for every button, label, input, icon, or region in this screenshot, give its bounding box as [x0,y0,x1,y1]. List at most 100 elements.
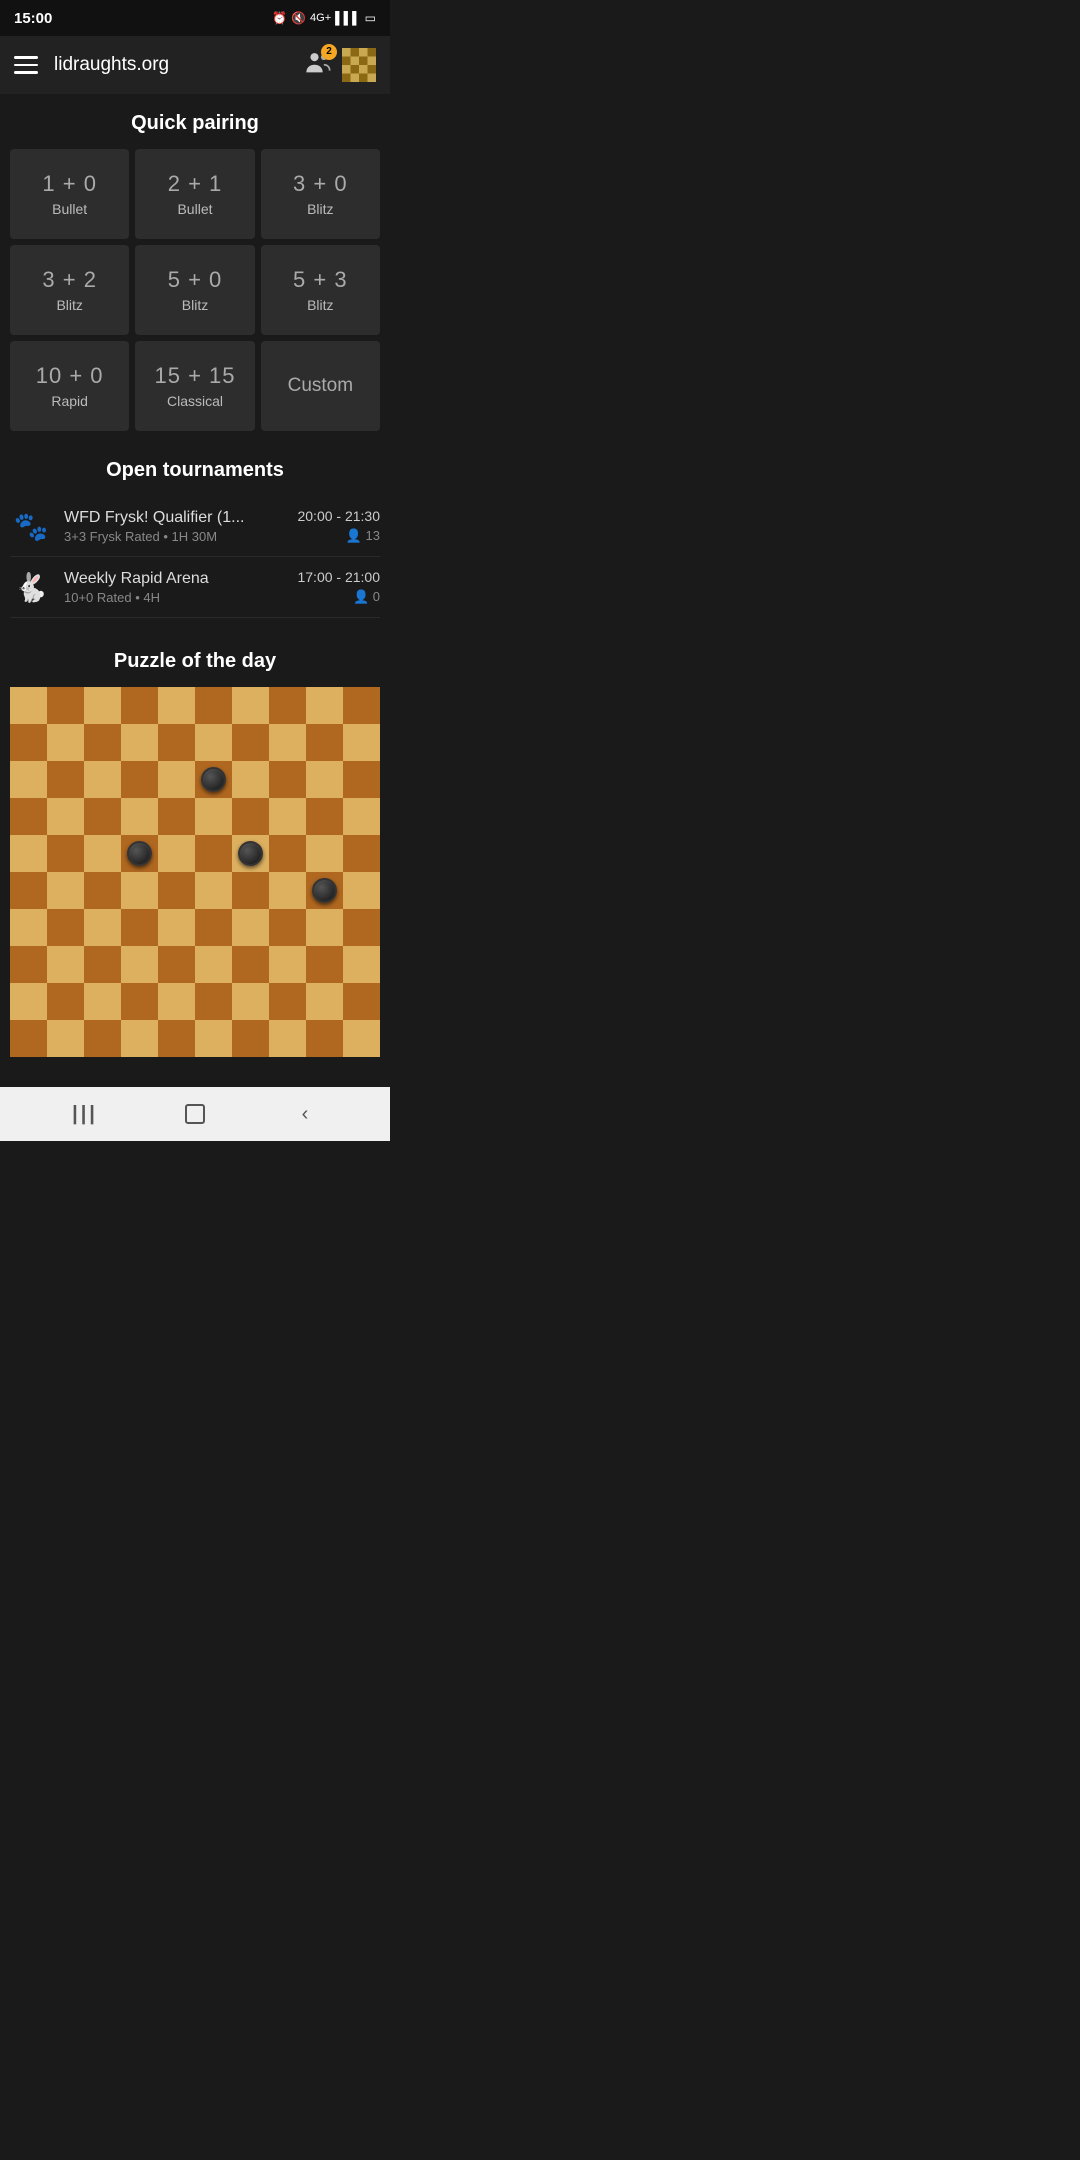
pairing-grid: 1 + 0 Bullet 2 + 1 Bullet 3 + 0 Blitz 3 … [0,145,390,441]
board-cell [84,983,121,1020]
header: lidraughts.org 2 [0,36,390,94]
board-cell [269,1020,306,1057]
puzzle-board-container[interactable] [0,683,390,1057]
tournament-name: Weekly Rapid Arena [64,570,285,588]
board-cell [306,761,343,798]
pairing-label: Rapid [51,393,88,409]
nav-home-button[interactable] [170,1094,220,1134]
board-cell [306,1020,343,1057]
status-bar: 15:00 ⏰ 🔇 4G+ ▌▌▌ ▭ [0,0,390,36]
board-cell [10,1020,47,1057]
board-cell [121,798,158,835]
tournament-item[interactable]: 🐾 WFD Frysk! Qualifier (1... 3+3 Frysk R… [10,496,380,557]
board-cell [121,872,158,909]
tournament-info: Weekly Rapid Arena 10+0 Rated • 4H [64,570,285,605]
board-cell [47,835,84,872]
notification-badge: 2 [321,44,337,60]
board-cell [343,946,380,983]
menu-button[interactable] [14,56,38,74]
pairing-card[interactable]: Custom [261,341,380,431]
board-cell [269,724,306,761]
pairing-card[interactable]: 5 + 0 Blitz [135,245,254,335]
board-cell [158,724,195,761]
pairing-card[interactable]: 2 + 1 Bullet [135,149,254,239]
board-cell [269,687,306,724]
board-cell [158,909,195,946]
board-cell [306,872,343,909]
board-cell [121,1020,158,1057]
board-cell [232,909,269,946]
board-cell [10,798,47,835]
tournament-time: 17:00 - 21:00 [297,569,380,585]
pairing-label: Blitz [307,297,333,313]
chess-board-icon[interactable] [342,48,376,82]
checkers-board[interactable] [10,687,380,1057]
board-cell [47,798,84,835]
board-cell [84,724,121,761]
pairing-time: 15 + 15 [154,363,235,389]
pairing-card[interactable]: 3 + 0 Blitz [261,149,380,239]
tournaments-list: 🐾 WFD Frysk! Qualifier (1... 3+3 Frysk R… [0,492,390,622]
board-cell [343,835,380,872]
checker-piece[interactable] [312,878,338,904]
pairing-card[interactable]: 5 + 3 Blitz [261,245,380,335]
pairing-card[interactable]: 10 + 0 Rapid [10,341,129,431]
status-icons: ⏰ 🔇 4G+ ▌▌▌ ▭ [272,11,376,25]
board-cell [84,872,121,909]
pairing-label: Blitz [56,297,82,313]
pairing-card[interactable]: 1 + 0 Bullet [10,149,129,239]
checker-piece[interactable] [238,841,264,867]
board-cell [306,835,343,872]
board-cell [195,983,232,1020]
board-cell [306,909,343,946]
nav-back-button[interactable]: ‹ [280,1094,330,1134]
battery-icon: ▭ [365,11,376,25]
pairing-custom-label: Custom [288,375,353,397]
tournament-item[interactable]: 🐇 Weekly Rapid Arena 10+0 Rated • 4H 17:… [10,557,380,618]
pairing-time: 5 + 0 [168,267,223,293]
tournament-players: 👤 0 [297,589,380,605]
pairing-time: 1 + 0 [42,171,97,197]
pairing-label: Blitz [182,297,208,313]
board-cell [195,798,232,835]
board-cell [158,835,195,872]
board-cell [121,946,158,983]
board-cell [10,835,47,872]
board-cell [47,724,84,761]
board-cell [269,761,306,798]
board-cell [84,798,121,835]
pairing-label: Bullet [177,201,212,217]
board-cell [306,798,343,835]
notification-button[interactable]: 2 [304,49,332,82]
nav-menu-button[interactable]: ||| [60,1094,110,1134]
pairing-time: 2 + 1 [168,171,223,197]
checker-piece[interactable] [127,841,153,867]
board-cell [10,983,47,1020]
pairing-label: Blitz [307,201,333,217]
board-cell [232,724,269,761]
checker-piece[interactable] [201,767,227,793]
board-cell [306,946,343,983]
pairing-card[interactable]: 3 + 2 Blitz [10,245,129,335]
board-cell [10,946,47,983]
board-cell [121,687,158,724]
board-cell [158,1020,195,1057]
board-cell [47,687,84,724]
board-cell [269,835,306,872]
board-cell [195,761,232,798]
board-cell [158,687,195,724]
board-cell [306,983,343,1020]
pairing-time: 3 + 2 [42,267,97,293]
board-cell [343,872,380,909]
board-cell [84,1020,121,1057]
board-cell [343,983,380,1020]
board-cell [195,724,232,761]
board-cell [232,1020,269,1057]
board-cell [10,909,47,946]
pairing-card[interactable]: 15 + 15 Classical [135,341,254,431]
open-tournaments-title: Open tournaments [0,441,390,492]
board-cell [306,687,343,724]
board-cell [84,687,121,724]
board-cell [195,1020,232,1057]
tournament-meta: 17:00 - 21:00 👤 0 [297,569,380,605]
